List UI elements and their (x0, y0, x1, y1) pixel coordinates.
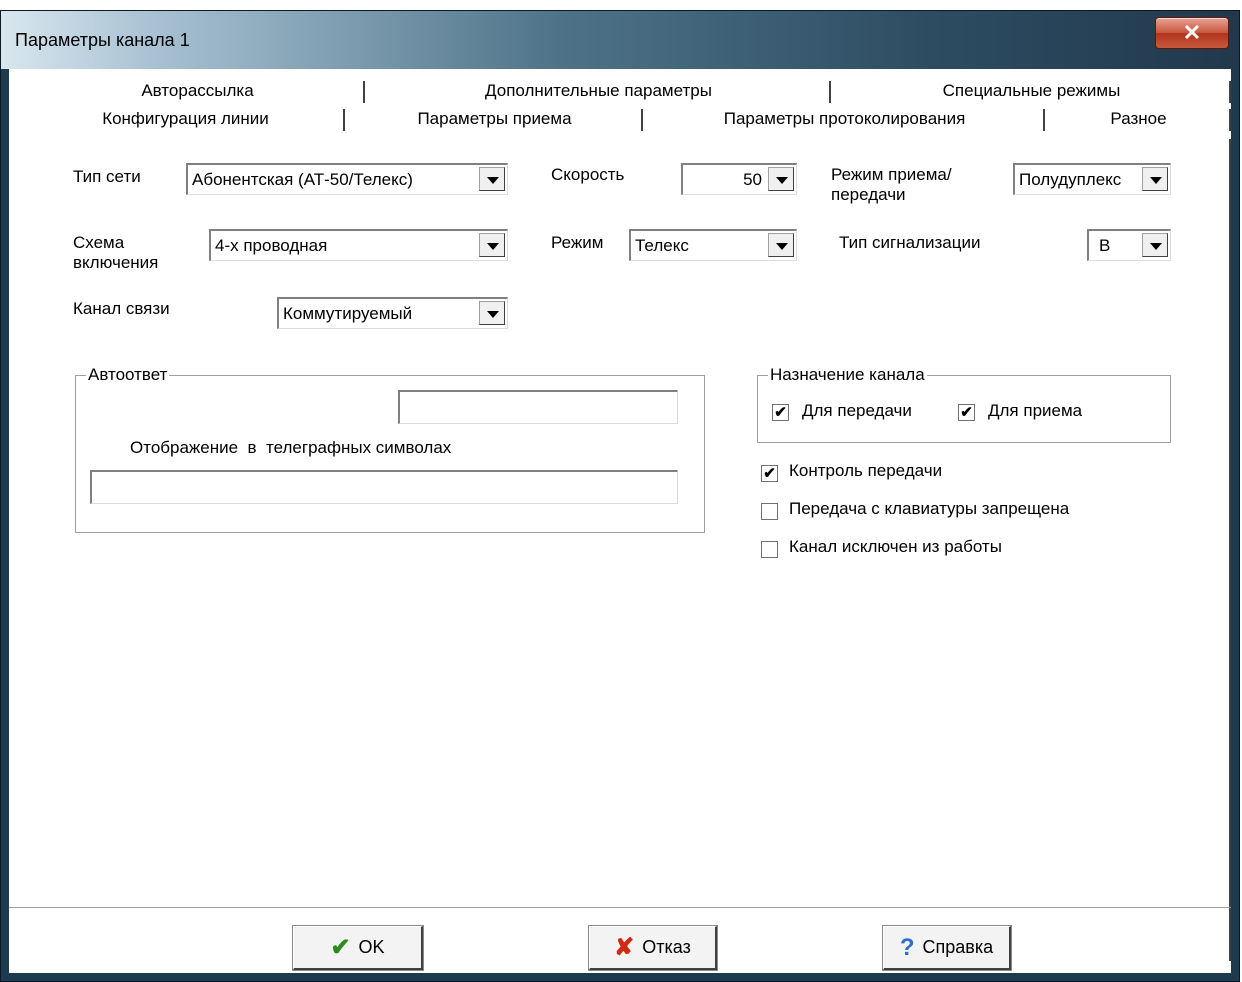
ok-button[interactable]: ✔ OK (293, 926, 423, 970)
tab-label: Конфигурация линии (102, 109, 269, 128)
duplex-label: Режим приема/передачи (831, 165, 952, 204)
scheme-select[interactable]: 4-х проводная (209, 229, 508, 261)
signal-type-value: В (1099, 236, 1111, 255)
chevron-down-icon[interactable] (479, 233, 505, 257)
speed-select[interactable]: 50 (681, 163, 797, 195)
signal-type-label: Тип сигнализации (839, 233, 981, 252)
cross-icon: ✘ (614, 933, 635, 961)
autoanswer-group: Автоответ Отображение в телеграфных симв… (75, 365, 705, 533)
channel-excluded-label: Канал исключен из работы (789, 537, 1002, 556)
button-bar: ✔ OK ✘ Отказ ? Справка (9, 907, 1231, 974)
telegraph-input[interactable] (90, 470, 678, 504)
question-icon: ? (899, 933, 915, 961)
send-label: Для передачи (802, 401, 912, 420)
send-checkbox[interactable]: ✔ (772, 404, 789, 421)
purpose-title: Назначение канала (768, 365, 927, 385)
autoanswer-code-input[interactable] (398, 390, 678, 424)
channel-value: Коммутируемый (283, 304, 413, 323)
tab-label: Авторассылка (141, 81, 254, 100)
tab-label: Дополнительные параметры (485, 81, 712, 100)
tab-receive-params[interactable]: Параметры приема (345, 107, 643, 131)
telegraph-label: Отображение в телеграфных символах (130, 438, 452, 457)
channel-label: Канал связи (73, 299, 170, 318)
duplex-value: Полудуплекс (1019, 170, 1122, 189)
receive-checkbox[interactable]: ✔ (958, 404, 975, 421)
chevron-down-icon[interactable] (768, 233, 794, 257)
signal-type-select[interactable]: В (1087, 229, 1171, 261)
close-button[interactable]: ✕ (1155, 17, 1229, 49)
chevron-down-icon[interactable] (479, 167, 505, 191)
keyboard-disabled-label: Передача с клавиатуры запрещена (789, 499, 1070, 518)
tab-label: Специальные режимы (942, 81, 1121, 100)
chevron-down-icon[interactable] (1142, 233, 1168, 257)
chevron-down-icon[interactable] (479, 301, 505, 325)
tab-row-back: Авторассылка Дополнительные параметры Сп… (9, 79, 1231, 103)
tab-panel-line-config: Тип сети Абонентская (АТ-50/Телекс) Скор… (25, 139, 1231, 961)
ok-label: OK (358, 937, 385, 957)
tab-label: Разное (1110, 109, 1167, 128)
tab-special-modes[interactable]: Специальные режимы (831, 79, 1231, 103)
mode-label: Режим (551, 233, 604, 252)
help-label: Справка (922, 937, 994, 957)
keyboard-disabled-checkbox[interactable] (761, 503, 778, 520)
tab-label: Параметры приема (417, 109, 572, 128)
tab-misc[interactable]: Разное (1045, 107, 1231, 131)
duplex-select[interactable]: Полудуплекс (1013, 163, 1171, 195)
cancel-label: Отказ (642, 937, 691, 957)
transmit-control-checkbox[interactable]: ✔ (761, 465, 778, 482)
channel-select[interactable]: Коммутируемый (277, 297, 508, 329)
net-type-value: Абонентская (АТ-50/Телекс) (192, 170, 413, 189)
tab-line-config[interactable]: Конфигурация линии (25, 107, 345, 131)
transmit-control-label: Контроль передачи (789, 461, 943, 480)
window-title: Параметры канала 1 (15, 30, 190, 50)
check-icon: ✔ (330, 933, 351, 961)
speed-label: Скорость (551, 165, 625, 184)
tab-label: Параметры протоколирования (723, 109, 966, 128)
tab-additional-params[interactable]: Дополнительные параметры (365, 79, 831, 103)
chevron-down-icon[interactable] (1142, 167, 1168, 191)
help-button[interactable]: ? Справка (883, 926, 1011, 970)
dialog-window: Параметры канала 1 ✕ Авторассылка Дополн… (0, 10, 1240, 982)
channel-excluded-checkbox[interactable] (761, 541, 778, 558)
cancel-button[interactable]: ✘ Отказ (589, 926, 717, 970)
mode-value: Телекс (635, 236, 689, 255)
mode-select[interactable]: Телекс (629, 229, 797, 261)
purpose-group: Назначение канала ✔ Для передачи ✔ Для п… (757, 365, 1171, 443)
tab-row-front: Конфигурация линии Параметры приема Пара… (9, 107, 1231, 131)
scheme-label: Схема включения (73, 233, 159, 272)
title-bar[interactable]: Параметры канала 1 ✕ (1, 11, 1239, 69)
net-type-select[interactable]: Абонентская (АТ-50/Телекс) (186, 163, 508, 195)
scheme-value: 4-х проводная (215, 236, 328, 255)
tab-autosend[interactable]: Авторассылка (29, 79, 365, 103)
receive-label: Для приема (988, 401, 1083, 420)
tab-logging-params[interactable]: Параметры протоколирования (643, 107, 1045, 131)
speed-value: 50 (743, 170, 762, 189)
net-type-label: Тип сети (73, 167, 141, 186)
dialog-client: Авторассылка Дополнительные параметры Сп… (9, 69, 1231, 973)
autoanswer-title: Автоответ (86, 365, 170, 385)
chevron-down-icon[interactable] (768, 167, 794, 191)
